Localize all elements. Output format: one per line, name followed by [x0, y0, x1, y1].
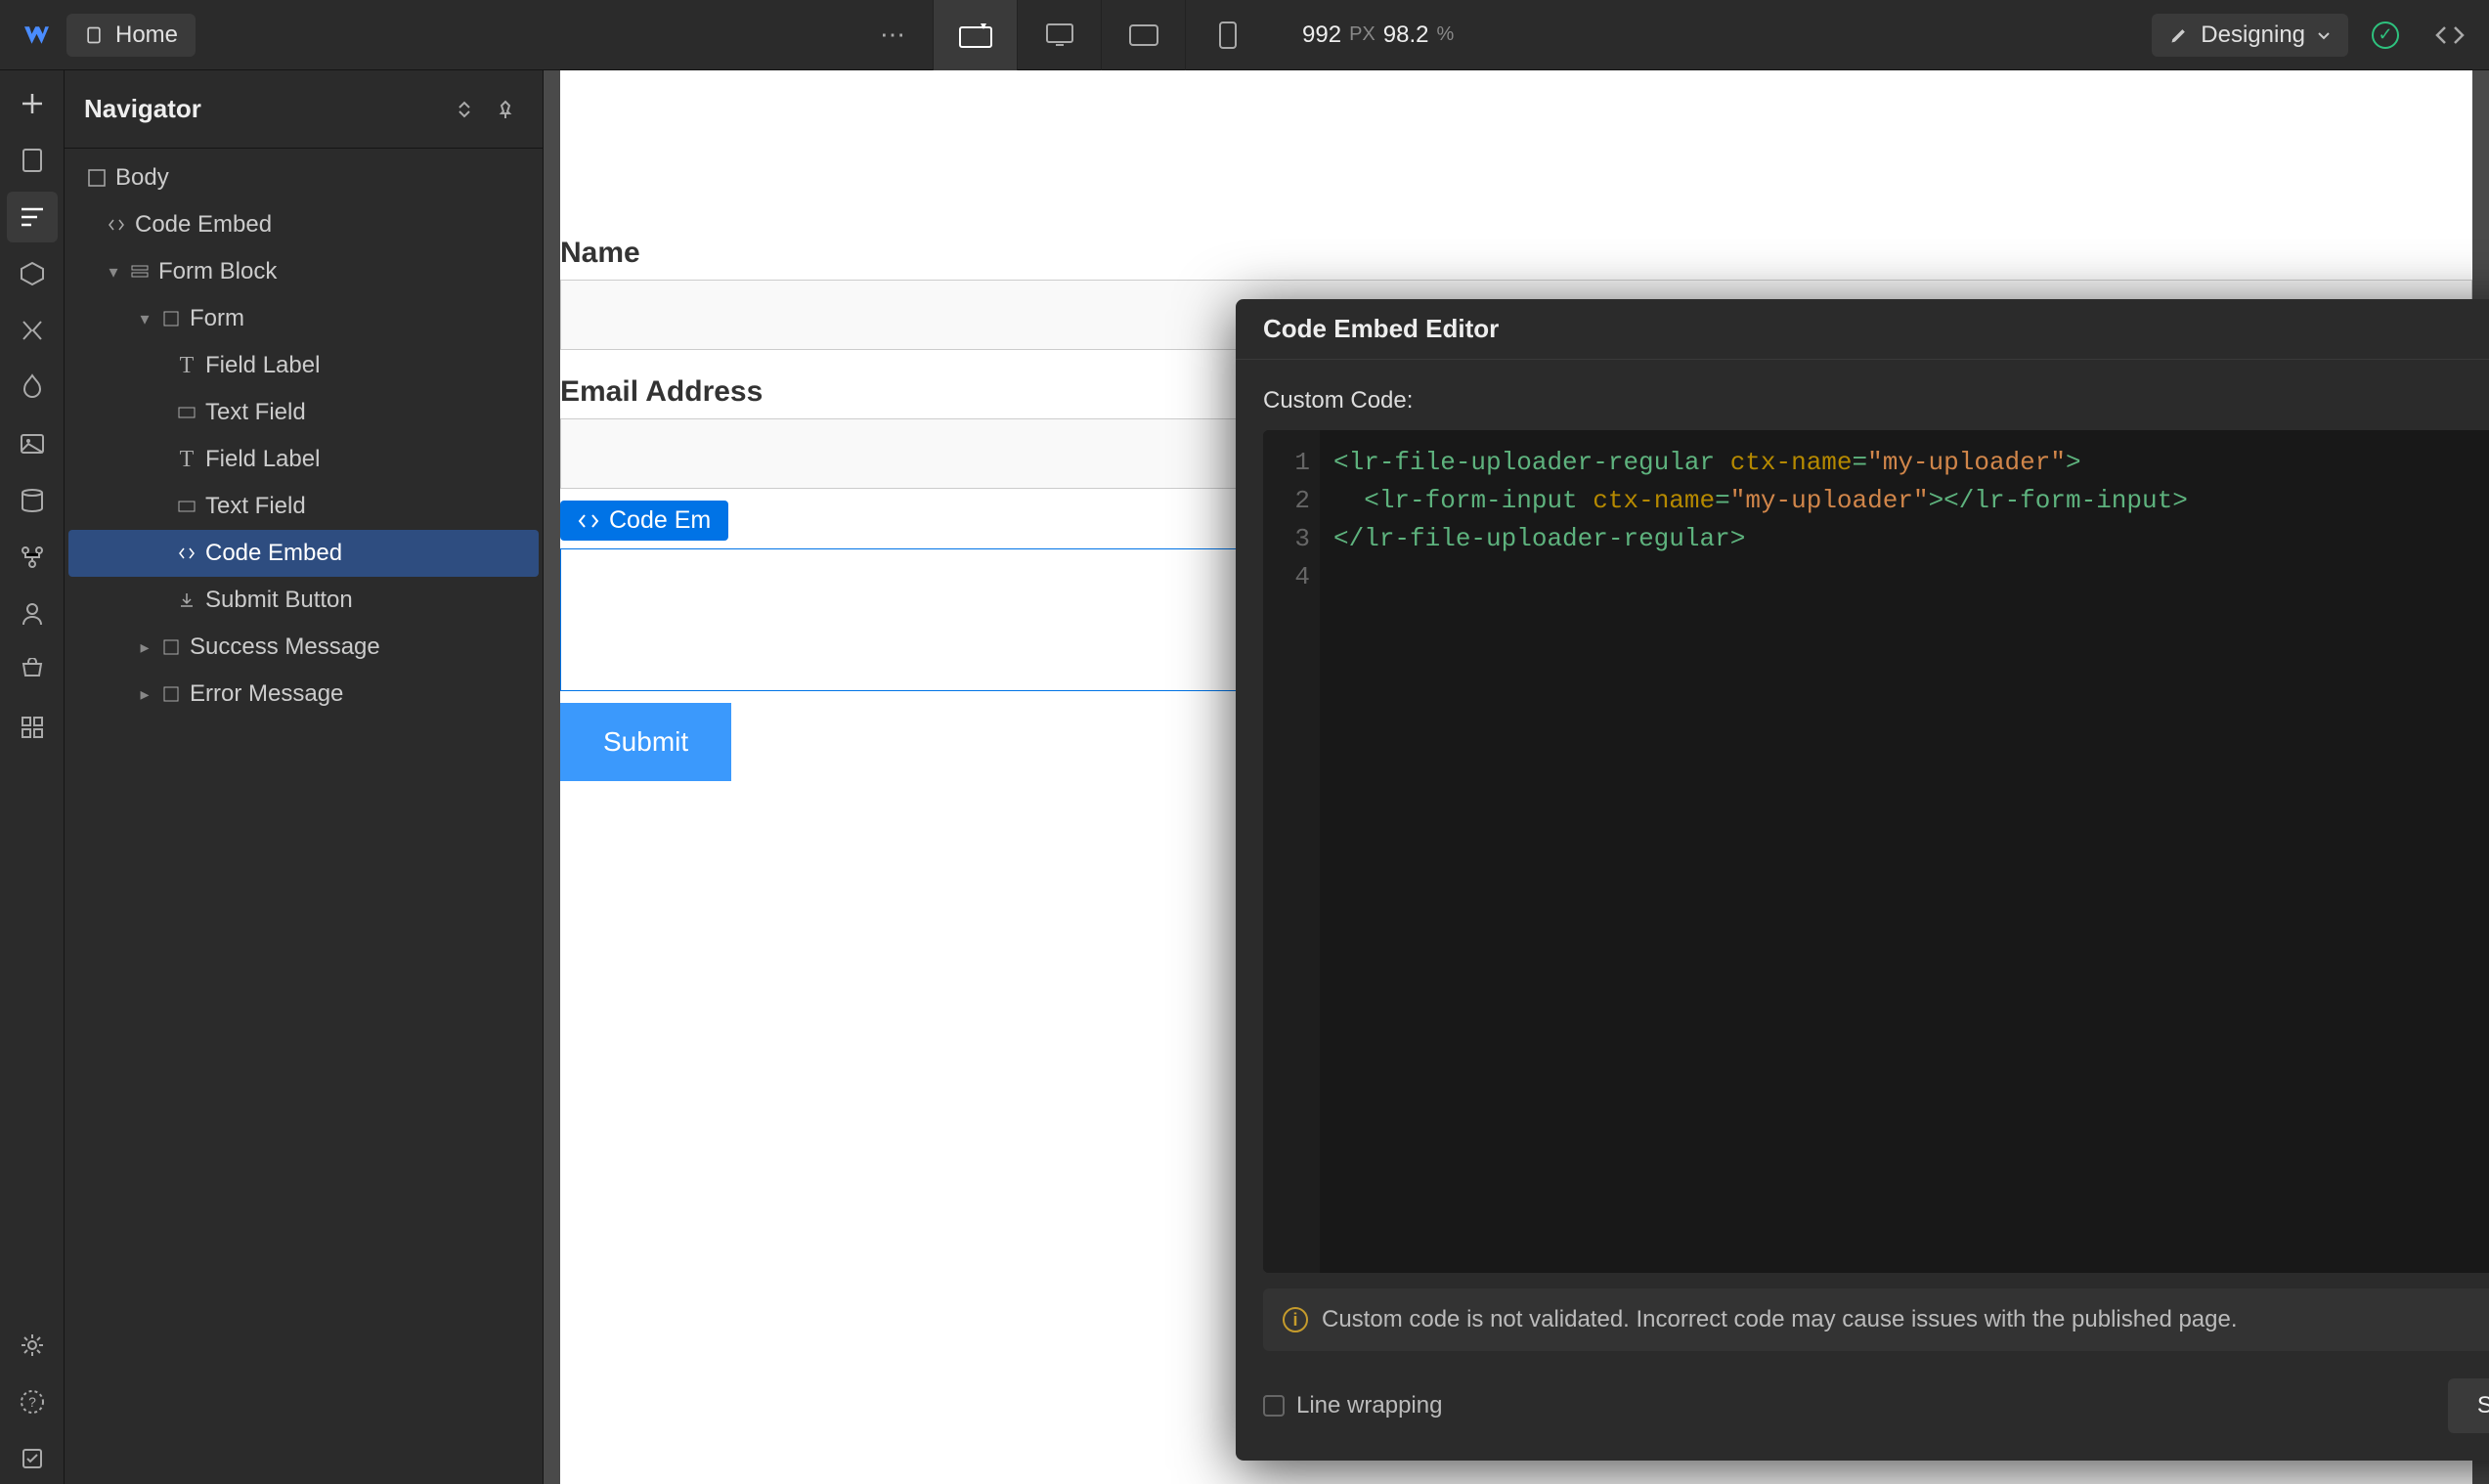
device-tablet[interactable]	[1101, 0, 1185, 70]
device-desktop-large[interactable]	[933, 0, 1017, 70]
code-content[interactable]: <lr-file-uploader-regular ctx-name="my-u…	[1320, 430, 2202, 1273]
container-icon	[160, 636, 182, 658]
tree-error-message[interactable]: ▸ Error Message	[68, 671, 539, 718]
modal-footer: Line wrapping Save Save & Close	[1236, 1378, 2489, 1461]
settings-icon[interactable]	[7, 1320, 58, 1371]
users-icon[interactable]	[7, 589, 58, 639]
input-icon	[176, 496, 197, 517]
body-icon	[86, 167, 108, 189]
canvas: Name Email Address Code Em Submit	[544, 70, 2489, 1484]
pages-icon[interactable]	[7, 135, 58, 186]
warning-icon: i	[1283, 1307, 1308, 1332]
page-selector[interactable]: Home	[66, 14, 196, 57]
navigator-icon[interactable]	[7, 192, 58, 242]
modal-title: Code Embed Editor	[1263, 314, 2489, 344]
ecommerce-icon[interactable]	[7, 645, 58, 696]
add-elements-icon[interactable]	[7, 78, 58, 129]
tree-code-embed-selected[interactable]: Code Embed	[68, 530, 539, 577]
code-editor[interactable]: 1234 <lr-file-uploader-regular ctx-name=…	[1263, 430, 2489, 1273]
left-toolbar: ?	[0, 70, 65, 1484]
tree-field-label[interactable]: T Field Label	[68, 342, 539, 389]
submit-button[interactable]: Submit	[560, 703, 731, 781]
mode-toggle[interactable]: Designing	[2152, 14, 2348, 57]
device-tabs	[933, 0, 1269, 70]
pin-icon[interactable]	[488, 92, 523, 127]
viewport-width[interactable]: 992	[1302, 22, 1341, 49]
tree-text-field[interactable]: Text Field	[68, 483, 539, 530]
code-export-icon[interactable]	[2423, 8, 2477, 63]
device-mobile[interactable]	[1185, 0, 1269, 70]
line-gutter: 1234	[1263, 430, 1320, 1273]
page-name: Home	[115, 22, 178, 49]
modal-header: Code Embed Editor	[1236, 299, 2489, 360]
brush-icon	[2169, 25, 2189, 45]
viewport-info: 992 PX 98.2 %	[1302, 22, 1454, 49]
tree-body[interactable]: Body	[68, 154, 539, 201]
name-field-label[interactable]: Name	[560, 211, 2472, 272]
apps-icon[interactable]	[7, 702, 58, 753]
collapse-all-icon[interactable]	[447, 92, 482, 127]
assets-icon[interactable]	[7, 418, 58, 469]
tree-code-embed[interactable]: Code Embed	[68, 201, 539, 248]
chevron-right-icon[interactable]: ▸	[137, 684, 153, 705]
label-icon: T	[176, 449, 197, 470]
form-icon	[160, 308, 182, 329]
save-button[interactable]: Save	[2448, 1378, 2489, 1433]
chevron-down-icon[interactable]: ▾	[106, 262, 121, 283]
line-wrapping-checkbox[interactable]: Line wrapping	[1263, 1392, 1442, 1419]
navigator-tree: Body Code Embed ▾ Form Block ▾ Form	[65, 149, 543, 723]
label-icon: T	[176, 355, 197, 376]
navigator-panel: Navigator Body Code Embed ▾ Form Block	[65, 70, 544, 1484]
tree-text-field[interactable]: Text Field	[68, 389, 539, 436]
tree-field-label[interactable]: T Field Label	[68, 436, 539, 483]
style-icon[interactable]	[7, 362, 58, 413]
publish-status-icon[interactable]: ✓	[2358, 8, 2413, 63]
chevron-down-icon	[2317, 28, 2331, 42]
input-icon	[176, 402, 197, 423]
container-icon	[160, 683, 182, 705]
logic-icon[interactable]	[7, 532, 58, 583]
page-icon	[84, 25, 104, 45]
zoom-value[interactable]: 98.2	[1383, 22, 1429, 49]
tree-submit-button[interactable]: Submit Button	[68, 577, 539, 624]
device-desktop[interactable]	[1017, 0, 1101, 70]
chevron-down-icon[interactable]: ▾	[137, 309, 153, 329]
submit-icon	[176, 589, 197, 611]
code-embed-icon	[176, 543, 197, 564]
checkbox-icon[interactable]	[1263, 1395, 1285, 1417]
help-icon[interactable]: ?	[7, 1376, 58, 1427]
cms-icon[interactable]	[7, 475, 58, 526]
navigator-title: Navigator	[84, 94, 441, 124]
top-bar: Home ⋯ 992 PX 98.2 % D	[0, 0, 2489, 70]
zoom-unit: %	[1436, 23, 1454, 46]
components-icon[interactable]	[7, 248, 58, 299]
code-embed-editor-modal: Code Embed Editor Custom Code: 1234 <lr-…	[1236, 299, 2489, 1461]
audit-icon[interactable]	[7, 1433, 58, 1484]
chevron-right-icon[interactable]: ▸	[137, 637, 153, 658]
more-menu-button[interactable]: ⋯	[870, 13, 915, 58]
tree-form[interactable]: ▾ Form	[68, 295, 539, 342]
code-embed-icon	[578, 512, 599, 530]
viewport-unit: PX	[1349, 23, 1376, 46]
mode-label: Designing	[2201, 22, 2305, 49]
tree-form-block[interactable]: ▾ Form Block	[68, 248, 539, 295]
navigator-header: Navigator	[65, 70, 543, 149]
code-embed-icon	[106, 214, 127, 236]
warning-text: Custom code is not validated. Incorrect …	[1322, 1306, 2238, 1333]
webflow-logo[interactable]	[12, 13, 57, 58]
custom-code-label: Custom Code:	[1263, 387, 2489, 415]
form-block-icon	[129, 261, 151, 283]
selected-element-tag[interactable]: Code Em	[560, 501, 728, 541]
svg-text:?: ?	[28, 1394, 36, 1410]
variables-icon[interactable]	[7, 305, 58, 356]
tree-success-message[interactable]: ▸ Success Message	[68, 624, 539, 671]
validation-warning: i Custom code is not validated. Incorrec…	[1263, 1288, 2489, 1351]
